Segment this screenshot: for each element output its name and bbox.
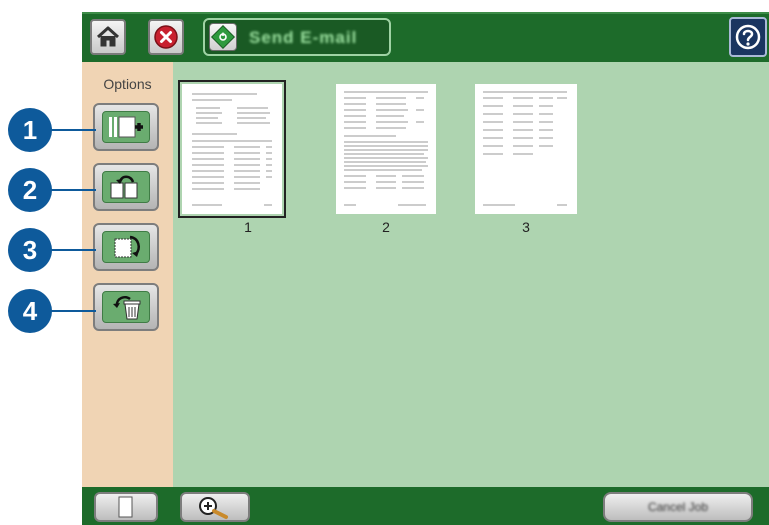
delete-page-face bbox=[102, 291, 150, 323]
callout-line-1 bbox=[50, 129, 96, 131]
page-number-3: 3 bbox=[522, 219, 530, 235]
add-page-face bbox=[102, 111, 150, 143]
help-button[interactable] bbox=[729, 17, 767, 57]
delete-page-button[interactable] bbox=[93, 283, 159, 331]
rotate-page-face bbox=[102, 231, 150, 263]
home-icon bbox=[96, 26, 120, 47]
zoom-in-icon bbox=[199, 497, 228, 519]
home-button[interactable] bbox=[90, 19, 126, 55]
page-number-1: 1 bbox=[244, 219, 252, 235]
callout-line-4 bbox=[50, 310, 96, 312]
cancel-job-button[interactable]: Cancel Job bbox=[603, 492, 753, 522]
cancel-job-label: Cancel Job bbox=[647, 500, 709, 514]
send-email-label: Send E-mail bbox=[249, 28, 358, 47]
page-thumbnail-1[interactable] bbox=[178, 80, 286, 218]
page-content-preview bbox=[192, 93, 272, 206]
page-number-2: 2 bbox=[382, 219, 390, 235]
move-page-button[interactable] bbox=[93, 163, 159, 211]
blank-page-icon bbox=[118, 496, 133, 518]
stop-icon bbox=[154, 25, 178, 49]
add-page-icon bbox=[109, 116, 143, 138]
page-thumbnail-3[interactable] bbox=[475, 84, 577, 214]
start-icon bbox=[210, 24, 236, 50]
callout-4: 4 bbox=[8, 289, 52, 333]
callout-3: 3 bbox=[8, 228, 52, 272]
top-toolbar bbox=[82, 12, 769, 64]
start-button bbox=[209, 23, 237, 51]
page-content-preview bbox=[483, 91, 567, 206]
rotate-page-icon bbox=[114, 235, 140, 258]
send-email-button[interactable]: Send E-mail bbox=[203, 18, 391, 56]
delete-page-icon bbox=[113, 296, 141, 320]
move-page-face bbox=[102, 171, 150, 203]
callout-line-2 bbox=[50, 189, 96, 191]
page-view-button[interactable] bbox=[94, 492, 158, 522]
page-content-preview bbox=[344, 91, 428, 206]
callout-1: 1 bbox=[8, 108, 52, 152]
help-icon bbox=[735, 24, 761, 50]
callout-2: 2 bbox=[8, 168, 52, 212]
zoom-in-button[interactable] bbox=[180, 492, 250, 522]
callout-line-3 bbox=[50, 249, 96, 251]
rotate-page-button[interactable] bbox=[93, 223, 159, 271]
page-thumbnail-2[interactable] bbox=[336, 84, 436, 214]
options-title: Options bbox=[103, 76, 152, 92]
move-page-icon bbox=[110, 175, 138, 199]
stop-button[interactable] bbox=[148, 19, 184, 55]
add-page-button[interactable] bbox=[93, 103, 159, 151]
